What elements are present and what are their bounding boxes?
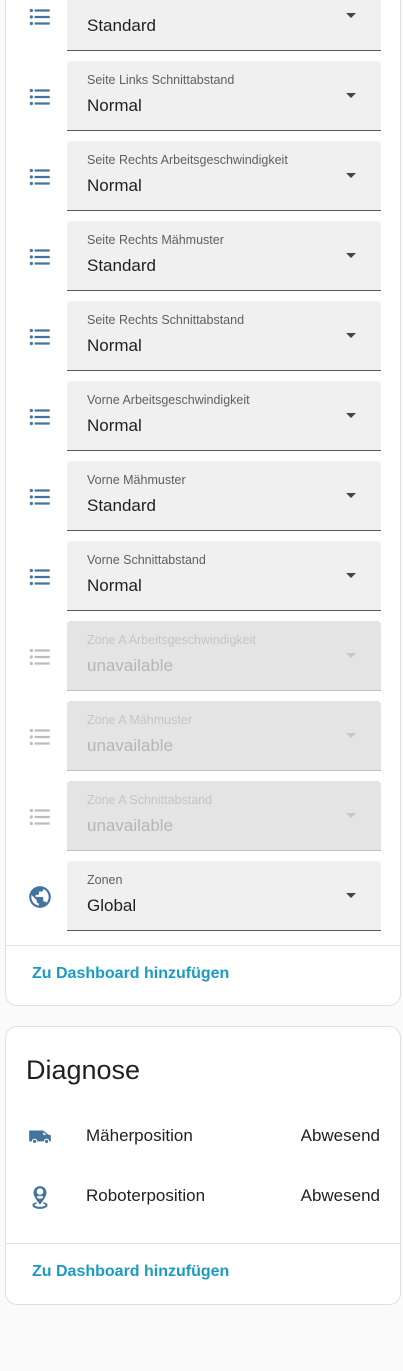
select-label: Vorne Arbeitsgeschwindigkeit (87, 393, 250, 407)
select-field[interactable]: Vorne Schnittabstand Normal (67, 541, 381, 611)
select-row: Vorne Arbeitsgeschwindigkeit Normal (6, 381, 402, 451)
chevron-down-icon (346, 733, 356, 738)
chevron-down-icon (346, 573, 356, 578)
select-label: Seite Rechts Schnittabstand (87, 313, 245, 327)
diagnose-row-state: Abwesend (300, 1186, 380, 1205)
format-list-bulleted-icon (27, 404, 53, 430)
diagnose-row[interactable]: Mäherposition Abwesend (6, 1116, 400, 1156)
select-value: Normal (87, 576, 142, 595)
select-field: Zone A Schnittabstand unavailable (67, 781, 381, 851)
select-value: Normal (87, 416, 142, 435)
select-value: unavailable (87, 656, 174, 675)
select-field[interactable]: Zonen Global (67, 861, 381, 931)
controls-card: Standard Seite Links Schnittabstand Normal… (5, 0, 401, 1006)
select-row: Seite Rechts Arbeitsgeschwindigkeit Norma… (6, 141, 402, 211)
select-label: Vorne Mähmuster (87, 473, 186, 487)
diagnose-add-to-dashboard-link[interactable]: Zu Dashboard hinzufügen (32, 1263, 229, 1281)
select-field[interactable]: Seite Rechts Schnittabstand Normal (67, 301, 381, 371)
format-list-bulleted-icon (27, 324, 53, 350)
controls-divider (6, 945, 400, 946)
chevron-down-icon (346, 413, 356, 418)
select-value: Global (87, 896, 137, 915)
chevron-down-icon (346, 893, 356, 898)
select-row: Seite Rechts Mähmuster Standard (6, 221, 402, 291)
select-row: Zone A Mähmuster unavailable (6, 701, 402, 771)
select-field[interactable]: Seite Rechts Mähmuster Standard (67, 221, 381, 291)
select-field: Zone A Mähmuster unavailable (67, 701, 381, 771)
format-list-bulleted-icon (27, 644, 53, 670)
select-value: Standard (87, 16, 156, 35)
select-label: Seite Rechts Arbeitsgeschwindigkeit (87, 153, 288, 167)
diagnose-row-name: Roboterposition (86, 1186, 206, 1205)
format-list-bulleted-icon (27, 564, 53, 590)
select-label: Seite Rechts Mähmuster (87, 233, 224, 247)
controls-add-to-dashboard-link[interactable]: Zu Dashboard hinzufügen (32, 965, 229, 983)
select-row: Zone A Schnittabstand unavailable (6, 781, 402, 851)
select-value: Standard (87, 256, 156, 275)
select-field[interactable]: Vorne Mähmuster Standard (67, 461, 381, 531)
select-label: Zone A Arbeitsgeschwindigkeit (87, 633, 256, 647)
map-marker-account-icon (27, 1184, 53, 1210)
earth-icon (27, 884, 53, 910)
select-row: Standard (6, 0, 402, 51)
select-row: Vorne Mähmuster Standard (6, 461, 402, 531)
select-label: Zonen (87, 873, 123, 887)
select-row: Zonen Global (6, 861, 402, 931)
chevron-down-icon (346, 173, 356, 178)
chevron-down-icon (346, 813, 356, 818)
select-value: unavailable (87, 816, 174, 835)
diagnose-row-name: Mäherposition (86, 1126, 193, 1145)
diagnose-divider (6, 1243, 400, 1244)
format-list-bulleted-icon (27, 484, 53, 510)
select-label: Zone A Mähmuster (87, 713, 192, 727)
chevron-down-icon (346, 653, 356, 658)
select-value: Normal (87, 96, 142, 115)
format-list-bulleted-icon (27, 804, 53, 830)
diagnose-title: Diagnose (26, 1055, 141, 1085)
diagnose-row[interactable]: Roboterposition Abwesend (6, 1176, 400, 1216)
select-field[interactable]: Vorne Arbeitsgeschwindigkeit Normal (67, 381, 381, 451)
select-row: Zone A Arbeitsgeschwindigkeit unavailable (6, 621, 402, 691)
chevron-down-icon (346, 93, 356, 98)
select-label: Vorne Schnittabstand (87, 553, 206, 567)
select-field: Zone A Arbeitsgeschwindigkeit unavailable (67, 621, 381, 691)
format-list-bulleted-icon (27, 164, 53, 190)
diagnose-card: Diagnose Mäherposition Abwesend Roboterpos… (5, 1026, 401, 1305)
format-list-bulleted-icon (27, 4, 53, 30)
select-label: Zone A Schnittabstand (87, 793, 213, 807)
chevron-down-icon (346, 253, 356, 258)
select-row: Seite Links Schnittabstand Normal (6, 61, 402, 131)
select-row: Vorne Schnittabstand Normal (6, 541, 402, 611)
diagnose-row-state: Abwesend (300, 1126, 380, 1145)
format-list-bulleted-icon (27, 84, 53, 110)
select-value: unavailable (87, 736, 174, 755)
select-value: Normal (87, 176, 142, 195)
select-label: Seite Links Schnittabstand (87, 73, 235, 87)
select-row: Seite Rechts Schnittabstand Normal (6, 301, 402, 371)
select-field[interactable]: Seite Links Schnittabstand Normal (67, 61, 381, 131)
van-icon (27, 1124, 53, 1150)
chevron-down-icon (346, 333, 356, 338)
format-list-bulleted-icon (27, 244, 53, 270)
chevron-down-icon (346, 13, 356, 18)
format-list-bulleted-icon (27, 724, 53, 750)
chevron-down-icon (346, 493, 356, 498)
select-field[interactable]: Seite Rechts Arbeitsgeschwindigkeit Norma… (67, 141, 381, 211)
select-field[interactable]: Standard (67, 0, 381, 51)
select-value: Normal (87, 336, 142, 355)
select-value: Standard (87, 496, 156, 515)
